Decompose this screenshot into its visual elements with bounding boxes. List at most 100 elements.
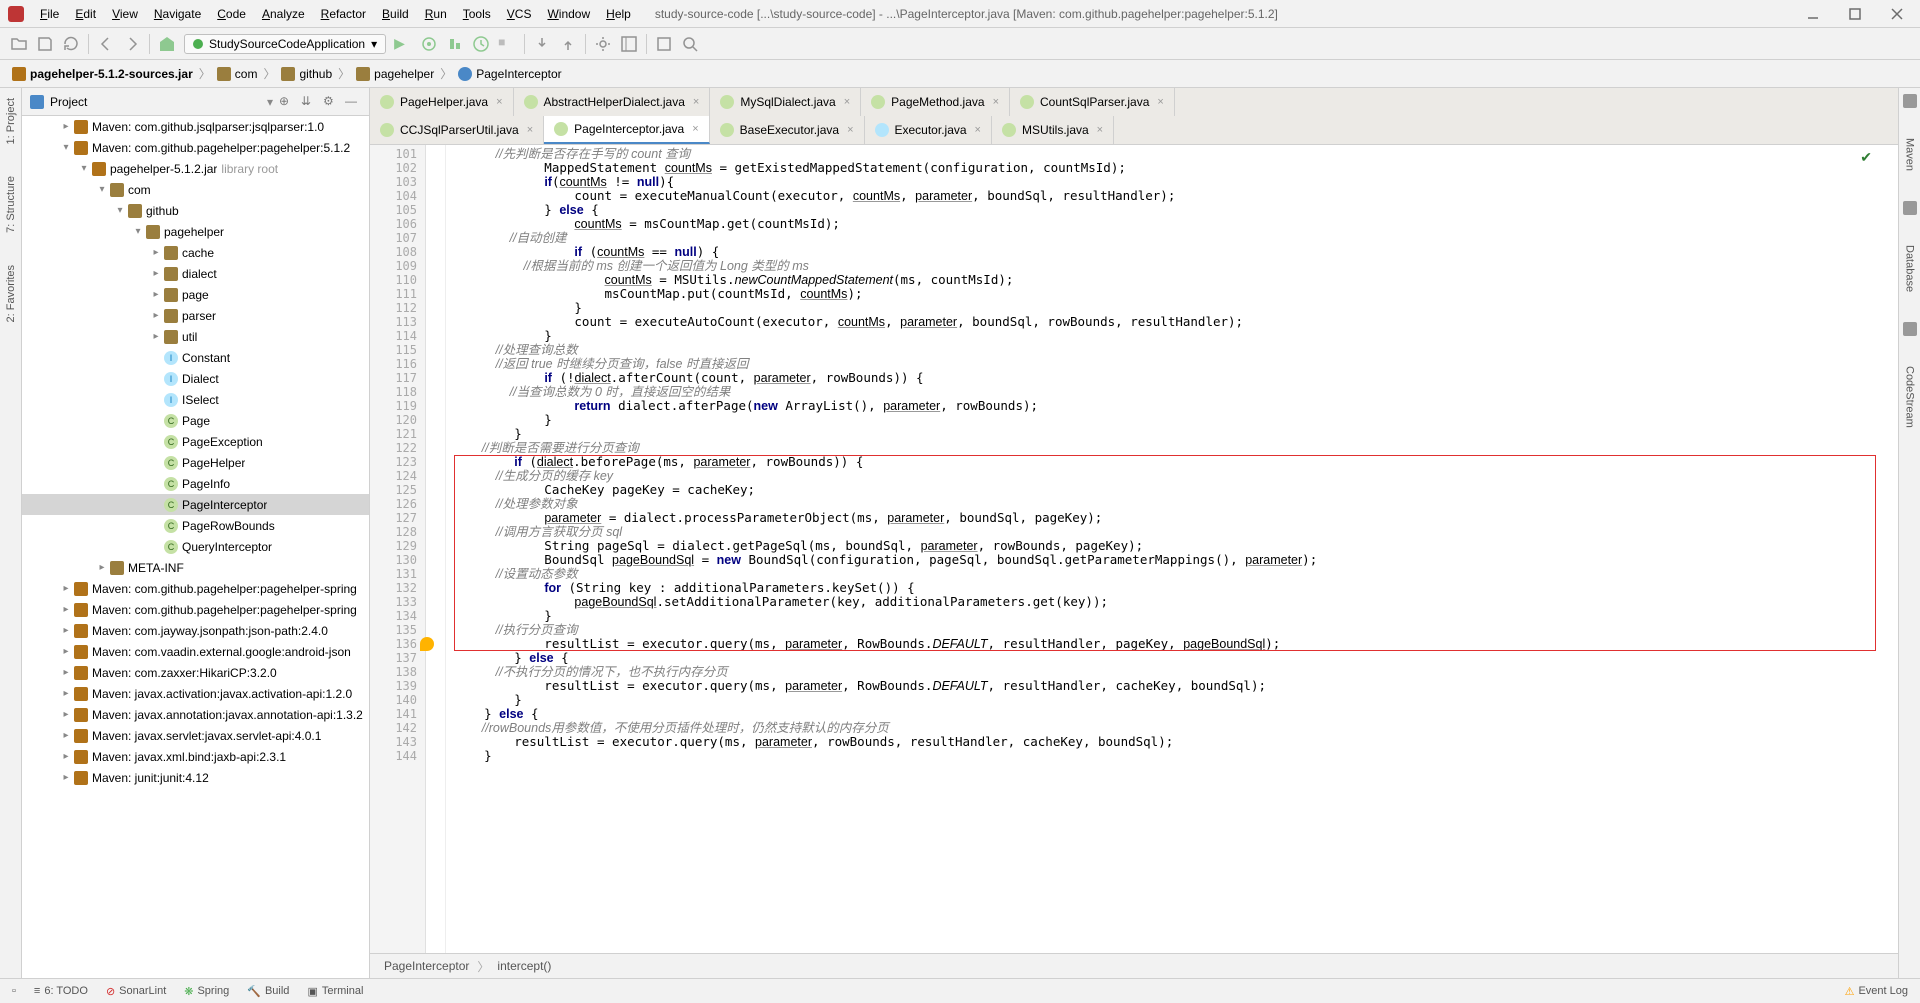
refresh-icon[interactable]	[62, 35, 80, 53]
help-icon[interactable]	[655, 35, 673, 53]
tree-twisty-icon[interactable]: ▸	[58, 604, 74, 615]
tree-item[interactable]: ▸Maven: javax.annotation:javax.annotatio…	[22, 704, 369, 725]
status-spring[interactable]: ❋Spring	[184, 985, 229, 998]
close-tab-icon[interactable]: ×	[693, 96, 699, 108]
editor-tab[interactable]: MySqlDialect.java×	[710, 88, 861, 116]
status-todo[interactable]: ≡6: TODO	[34, 985, 88, 997]
hide-icon[interactable]: —	[345, 94, 361, 110]
editor-tab[interactable]: CountSqlParser.java×	[1010, 88, 1175, 116]
tree-item[interactable]: CPageException	[22, 431, 369, 452]
tree-item[interactable]: CPage	[22, 410, 369, 431]
tree-item[interactable]: ▸Maven: javax.xml.bind:jaxb-api:2.3.1	[22, 746, 369, 767]
tree-item[interactable]: ▸Maven: javax.servlet:javax.servlet-api:…	[22, 725, 369, 746]
chevron-down-icon[interactable]: ▾	[267, 95, 273, 109]
menu-help[interactable]: Help	[600, 5, 637, 23]
tree-item[interactable]: ▸cache	[22, 242, 369, 263]
tree-item[interactable]: ▾pagehelper-5.1.2.jarlibrary root	[22, 158, 369, 179]
tree-twisty-icon[interactable]: ▸	[58, 583, 74, 594]
menu-code[interactable]: Code	[211, 5, 252, 23]
menu-navigate[interactable]: Navigate	[148, 5, 207, 23]
collapse-icon[interactable]: ⇊	[301, 94, 317, 110]
tree-twisty-icon[interactable]: ▾	[58, 142, 74, 153]
close-tab-icon[interactable]: ×	[993, 96, 999, 108]
close-tab-icon[interactable]: ×	[527, 124, 533, 136]
right-tab-maven[interactable]: Maven	[1902, 132, 1918, 177]
tree-item[interactable]: ▾pagehelper	[22, 221, 369, 242]
menu-edit[interactable]: Edit	[69, 5, 102, 23]
crumb-class[interactable]: PageInterceptor	[458, 67, 561, 81]
menu-run[interactable]: Run	[419, 5, 453, 23]
close-tab-icon[interactable]: ×	[975, 124, 981, 136]
coverage-icon[interactable]	[446, 35, 464, 53]
editor-tab[interactable]: PageHelper.java×	[370, 88, 514, 116]
run-config-dropdown[interactable]: StudySourceCodeApplication ▾	[184, 34, 386, 54]
editor-tab[interactable]: PageInterceptor.java×	[544, 116, 710, 144]
tree-item[interactable]: ▸Maven: javax.activation:javax.activatio…	[22, 683, 369, 704]
tree-item[interactable]: CPageInfo	[22, 473, 369, 494]
menu-view[interactable]: View	[106, 5, 144, 23]
close-tab-icon[interactable]: ×	[1097, 124, 1103, 136]
tree-item[interactable]: IDialect	[22, 368, 369, 389]
tree-item[interactable]: CQueryInterceptor	[22, 536, 369, 557]
tree-item[interactable]: ▸Maven: com.zaxxer:HikariCP:3.2.0	[22, 662, 369, 683]
tree-item[interactable]: ▸Maven: com.jayway.jsonpath:json-path:2.…	[22, 620, 369, 641]
editor-tab[interactable]: Executor.java×	[865, 116, 992, 144]
intention-bulb-icon[interactable]	[420, 637, 434, 651]
tree-item[interactable]: ▾com	[22, 179, 369, 200]
status-sonarlint[interactable]: ⊘SonarLint	[106, 985, 166, 998]
menu-refactor[interactable]: Refactor	[315, 5, 372, 23]
search-icon[interactable]	[681, 35, 699, 53]
menu-file[interactable]: File	[34, 5, 65, 23]
tree-item[interactable]: ▸dialect	[22, 263, 369, 284]
tree-twisty-icon[interactable]: ▾	[76, 163, 92, 174]
status-eventlog[interactable]: ⚠Event Log	[1845, 985, 1908, 998]
right-tab-database[interactable]: Database	[1902, 239, 1918, 298]
left-tab-structure[interactable]: 7: Structure	[3, 170, 19, 239]
tree-item[interactable]: ▸Maven: junit:junit:4.12	[22, 767, 369, 788]
menu-analyze[interactable]: Analyze	[256, 5, 311, 23]
save-icon[interactable]	[36, 35, 54, 53]
code-crumb-class[interactable]: PageInterceptor	[384, 959, 469, 973]
tree-twisty-icon[interactable]: ▸	[148, 310, 164, 321]
menu-tools[interactable]: Tools	[457, 5, 497, 23]
minimize-icon[interactable]	[1806, 7, 1820, 21]
status-build[interactable]: 🔨Build	[247, 985, 289, 998]
status-terminal[interactable]: ▣Terminal	[307, 985, 363, 998]
tree-item[interactable]: CPageInterceptor	[22, 494, 369, 515]
tree-item[interactable]: ▸Maven: com.github.pagehelper:pagehelper…	[22, 599, 369, 620]
tree-twisty-icon[interactable]: ▸	[58, 688, 74, 699]
tree-twisty-icon[interactable]: ▸	[148, 268, 164, 279]
close-tab-icon[interactable]: ×	[847, 124, 853, 136]
status-hide-icon[interactable]: ▫	[12, 985, 16, 997]
tree-twisty-icon[interactable]: ▾	[112, 205, 128, 216]
editor-tab[interactable]: PageMethod.java×	[861, 88, 1010, 116]
tree-item[interactable]: ▸page	[22, 284, 369, 305]
project-structure-icon[interactable]	[620, 35, 638, 53]
close-tab-icon[interactable]: ×	[844, 96, 850, 108]
tree-twisty-icon[interactable]: ▸	[58, 667, 74, 678]
profile-icon[interactable]	[472, 35, 490, 53]
tree-twisty-icon[interactable]: ▸	[58, 646, 74, 657]
tree-twisty-icon[interactable]: ▸	[148, 331, 164, 342]
tree-item[interactable]: ▸Maven: com.vaadin.external.google:andro…	[22, 641, 369, 662]
tree-twisty-icon[interactable]: ▾	[94, 184, 110, 195]
project-tree[interactable]: ▸Maven: com.github.jsqlparser:jsqlparser…	[22, 116, 369, 978]
close-tab-icon[interactable]: ×	[1157, 96, 1163, 108]
tree-item[interactable]: ▾Maven: com.github.pagehelper:pagehelper…	[22, 137, 369, 158]
tree-twisty-icon[interactable]: ▾	[130, 226, 146, 237]
build-icon[interactable]	[158, 35, 176, 53]
menu-vcs[interactable]: VCS	[501, 5, 538, 23]
maximize-icon[interactable]	[1848, 7, 1862, 21]
tree-item[interactable]: ▸parser	[22, 305, 369, 326]
code-area[interactable]: 101 102 103 104 105 106 107 108 109 110 …	[370, 145, 1898, 953]
tree-twisty-icon[interactable]: ▸	[148, 289, 164, 300]
vcs-update-icon[interactable]	[533, 35, 551, 53]
tree-twisty-icon[interactable]: ▸	[58, 751, 74, 762]
stop-icon[interactable]: ■	[498, 35, 516, 53]
left-tab-favorites[interactable]: 2: Favorites	[3, 259, 19, 328]
right-tab-codestream[interactable]: CodeStream	[1902, 360, 1918, 434]
gear-icon[interactable]: ⚙	[323, 94, 339, 110]
tree-twisty-icon[interactable]: ▸	[94, 562, 110, 573]
code-text[interactable]: //先判断是否存在手写的 count 查询 MappedStatement co…	[446, 145, 1898, 953]
close-tab-icon[interactable]: ×	[692, 123, 698, 135]
